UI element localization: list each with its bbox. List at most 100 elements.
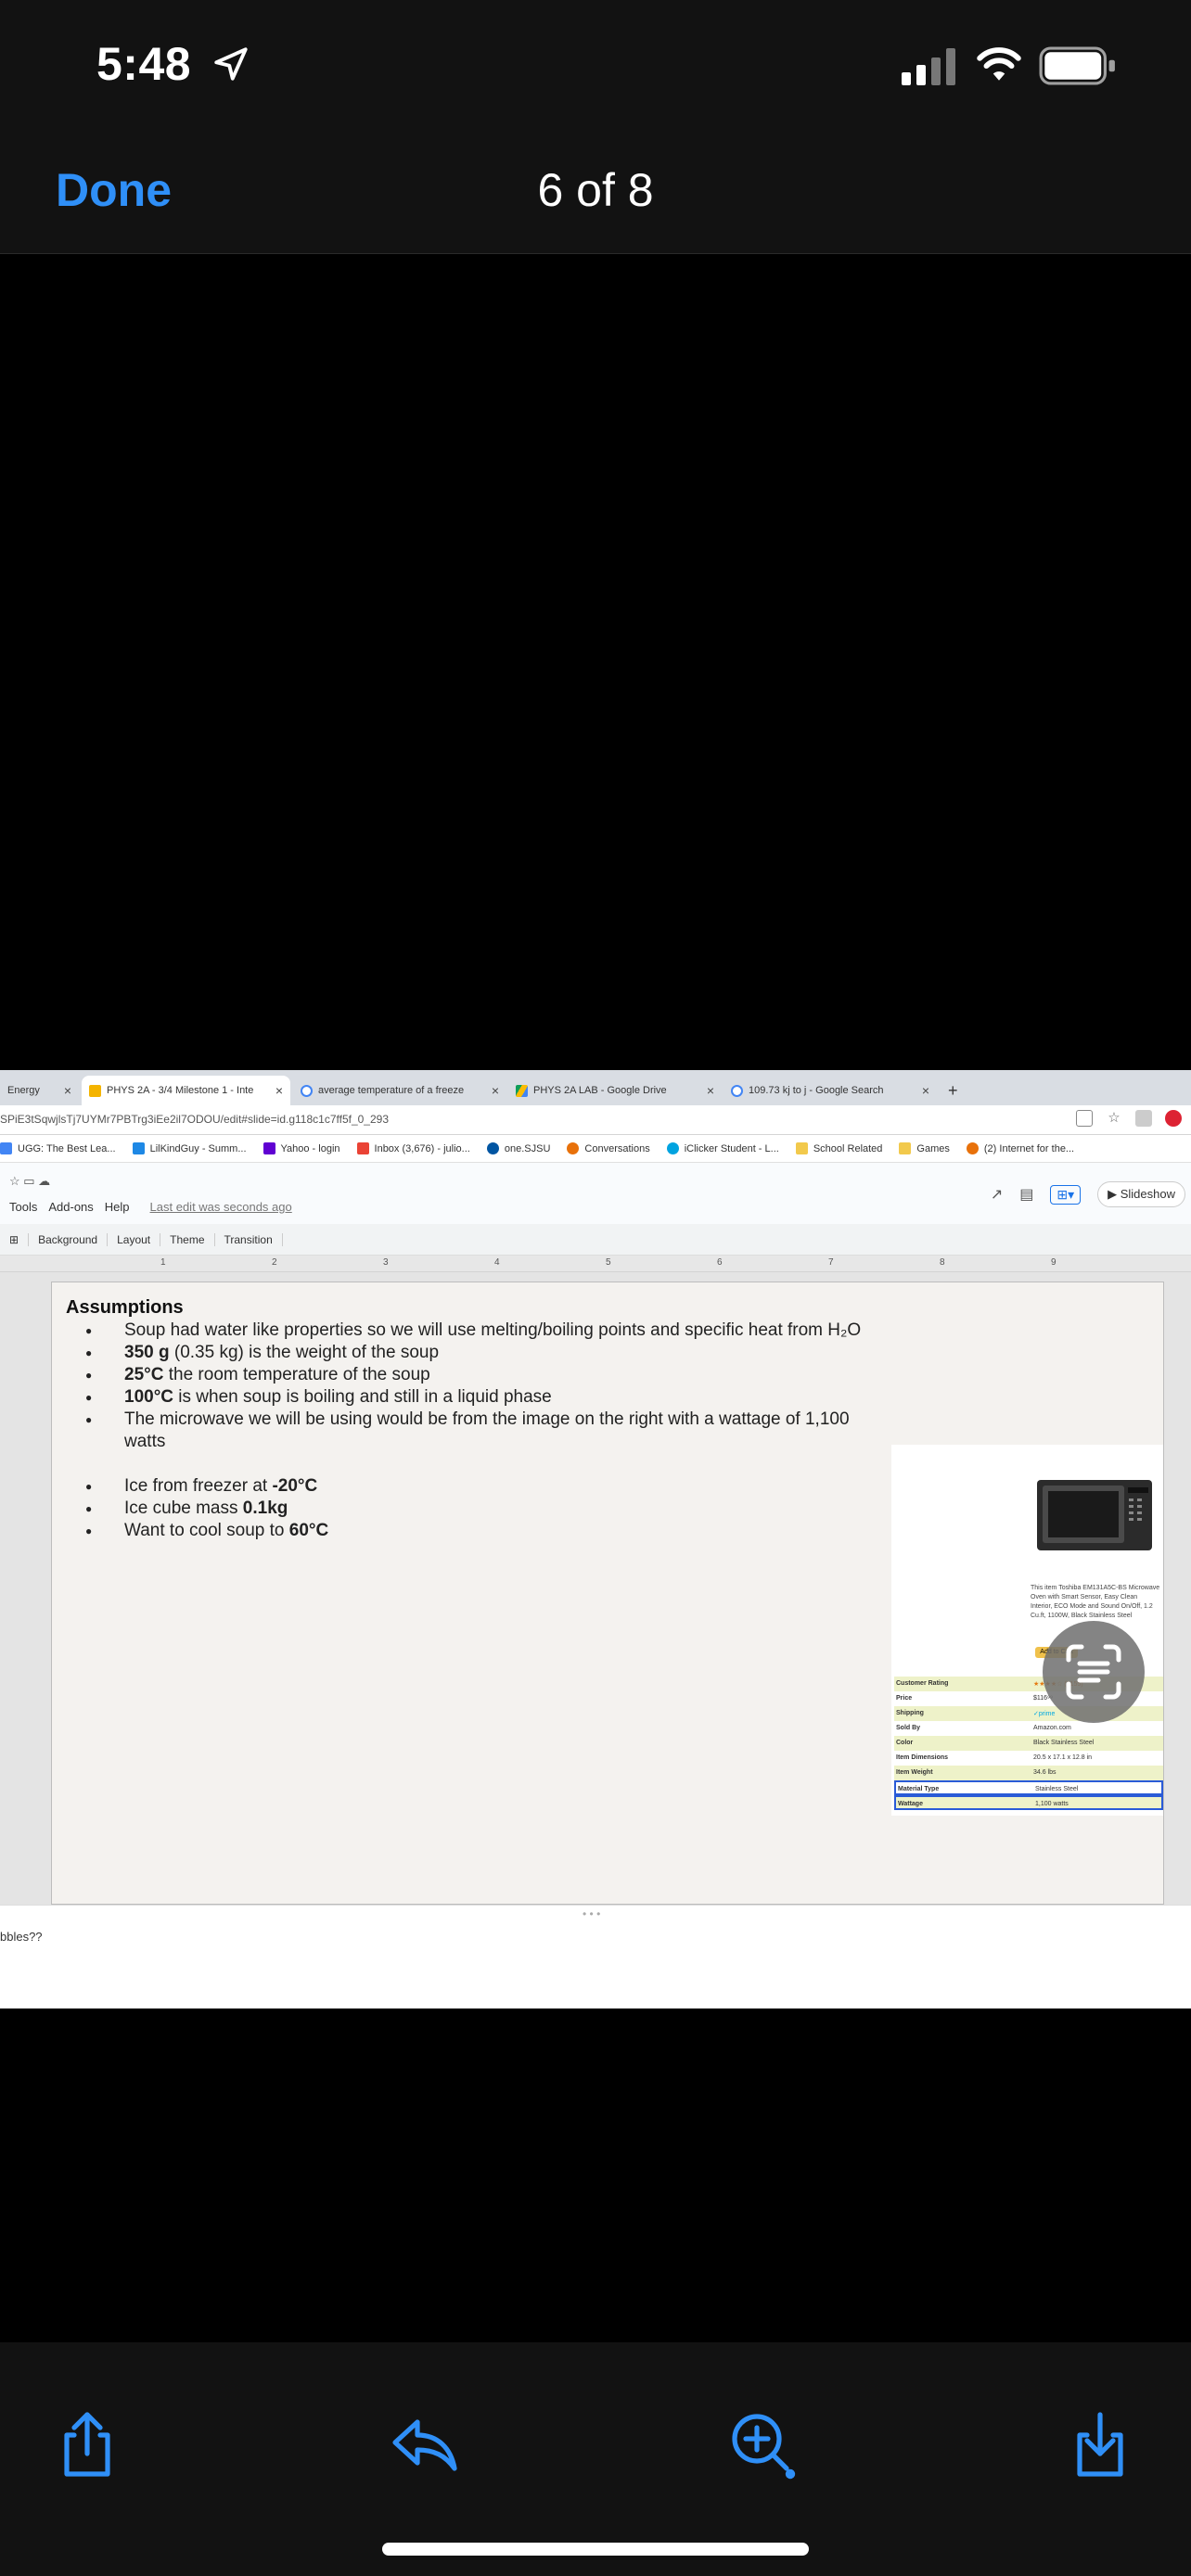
- tab-title: PHYS 2A LAB - Google Drive: [533, 1085, 667, 1096]
- present-options-icon[interactable]: ⊞▾: [1050, 1184, 1082, 1205]
- status-bar: 5:48: [0, 0, 1191, 139]
- bookmark-label: (2) Internet for the...: [983, 1142, 1075, 1154]
- browser-tab[interactable]: 109.73 kj to j - Google Search ×: [724, 1076, 937, 1105]
- bookmark-item[interactable]: Yahoo - login: [263, 1142, 340, 1154]
- url-text[interactable]: SPiE3tSqwjlsTj7UYMr7PBTrg3iEe2il7ODOU/ed…: [0, 1113, 389, 1126]
- browser-tab-active[interactable]: PHYS 2A - 3/4 Milestone 1 - Inte ×: [82, 1076, 290, 1105]
- table-row: Material Type Stainless Steel: [894, 1780, 1163, 1795]
- bookmark-item[interactable]: (2) Internet for the...: [966, 1142, 1075, 1154]
- table-row: Sold By Amazon.com: [896, 1725, 1071, 1731]
- table-row: Color Black Stainless Steel: [894, 1736, 1163, 1751]
- bookmark-folder[interactable]: Games: [899, 1142, 950, 1154]
- bookmark-item[interactable]: UGG: The Best Lea...: [0, 1142, 116, 1154]
- close-icon[interactable]: ×: [701, 1083, 714, 1098]
- menu-addons[interactable]: Add-ons: [48, 1200, 93, 1214]
- slideshow-label: Slideshow: [1120, 1187, 1175, 1201]
- viewer-nav-bar: 6 of 8 Done: [0, 139, 1191, 254]
- close-icon[interactable]: ×: [916, 1083, 929, 1098]
- folder-icon: [795, 1142, 808, 1154]
- bookmark-label: one.SJSU: [504, 1142, 551, 1154]
- slide-title: Assumptions: [66, 1297, 184, 1318]
- share-icon[interactable]: [50, 2407, 124, 2481]
- status-time: 5:48: [96, 38, 192, 90]
- resize-handle[interactable]: • • •: [583, 1907, 600, 1920]
- text-scan-icon: [1066, 1644, 1121, 1700]
- list-item: Ice from freezer at -20°C: [70, 1475, 868, 1498]
- conversations-icon: [567, 1142, 580, 1154]
- menu-help[interactable]: Help: [105, 1200, 130, 1214]
- ruler-tick: 3: [383, 1257, 389, 1268]
- drive-favicon-icon: [516, 1084, 528, 1097]
- photo-viewer: Energy × PHYS 2A - 3/4 Milestone 1 - Int…: [0, 254, 1191, 2342]
- live-text-button[interactable]: [1043, 1621, 1145, 1723]
- tab-title: 109.73 kj to j - Google Search: [749, 1085, 884, 1096]
- ruler-tick: 4: [494, 1257, 500, 1268]
- menu-tools[interactable]: Tools: [9, 1200, 37, 1214]
- folder-icon: [899, 1142, 912, 1154]
- battery-icon: [1039, 46, 1115, 85]
- browser-tabstrip: Energy × PHYS 2A - 3/4 Milestone 1 - Int…: [0, 1070, 1191, 1105]
- close-icon[interactable]: ×: [486, 1083, 499, 1098]
- bottom-toolbar: [0, 2342, 1191, 2576]
- table-row: Item Weight 34.6 lbs: [894, 1766, 1163, 1780]
- toolbar-transition[interactable]: Transition: [215, 1232, 283, 1246]
- new-tab-button[interactable]: +: [941, 1076, 972, 1105]
- browser-tab[interactable]: average temperature of a freeze ×: [293, 1076, 506, 1105]
- bookmark-label: Games: [916, 1142, 950, 1154]
- last-edit-link[interactable]: Last edit was seconds ago: [150, 1200, 292, 1214]
- yahoo-icon: [263, 1142, 275, 1154]
- address-bar[interactable]: SPiE3tSqwjlsTj7UYMr7PBTrg3iEe2il7ODOU/ed…: [0, 1105, 1191, 1135]
- screenshot-image[interactable]: Energy × PHYS 2A - 3/4 Milestone 1 - Int…: [0, 1070, 1191, 2009]
- browser-tab[interactable]: PHYS 2A LAB - Google Drive ×: [508, 1076, 722, 1105]
- done-button[interactable]: Done: [56, 163, 172, 217]
- toolbar-theme[interactable]: Theme: [160, 1232, 215, 1246]
- slides-favicon-icon: [89, 1084, 101, 1097]
- extension-icon[interactable]: [1135, 1110, 1152, 1127]
- list-item: Want to cool soup to 60°C: [70, 1520, 868, 1542]
- slide[interactable]: Assumptions Soup had water like properti…: [51, 1282, 1164, 1905]
- product-description: This item Toshiba EM131A5C-BS Microwave …: [1031, 1585, 1160, 1619]
- comment-icon[interactable]: ▤: [1019, 1185, 1033, 1204]
- gmail-icon: [356, 1142, 369, 1154]
- star-icon[interactable]: ☆: [1106, 1110, 1122, 1127]
- profile-avatar[interactable]: [1165, 1110, 1182, 1127]
- reply-icon[interactable]: [388, 2407, 462, 2481]
- toolbar-layout[interactable]: Layout: [108, 1232, 161, 1246]
- toolbar-background[interactable]: Background: [29, 1232, 109, 1246]
- bookmark-icon: [132, 1142, 145, 1154]
- speaker-notes-text[interactable]: bbles??: [0, 1930, 43, 1944]
- ruler-tick: 9: [1051, 1257, 1057, 1268]
- cellular-signal-icon: [902, 48, 955, 85]
- bookmark-label: LilKindGuy - Summ...: [149, 1142, 247, 1154]
- bookmark-folder[interactable]: School Related: [795, 1142, 883, 1154]
- reddit-icon: [966, 1142, 979, 1154]
- slideshow-button[interactable]: ▶ Slideshow: [1097, 1181, 1185, 1207]
- trend-icon[interactable]: ↗: [991, 1185, 1003, 1204]
- share-icon[interactable]: [1076, 1110, 1093, 1127]
- list-item: 100°C is when soup is boiling and still …: [70, 1386, 868, 1409]
- bookmark-label: Yahoo - login: [280, 1142, 340, 1154]
- docs-toolbar: ⊞ Background Layout Theme Transition: [0, 1224, 1191, 1256]
- bookmark-item[interactable]: one.SJSU: [486, 1142, 551, 1154]
- bookmark-item[interactable]: Conversations: [567, 1142, 650, 1154]
- zoom-in-icon[interactable]: [725, 2407, 800, 2481]
- bookmark-item[interactable]: LilKindGuy - Summ...: [132, 1142, 247, 1154]
- download-icon[interactable]: [1063, 2407, 1137, 2481]
- speaker-notes-panel[interactable]: • • • bbles??: [0, 1905, 1191, 2009]
- comment-add-icon[interactable]: ⊞: [0, 1232, 30, 1246]
- close-icon[interactable]: ×: [58, 1083, 71, 1098]
- ruler-tick: 6: [717, 1257, 723, 1268]
- list-item: Soup had water like properties so we wil…: [70, 1320, 868, 1342]
- page-counter: 6 of 8: [537, 164, 654, 216]
- bookmark-item[interactable]: iClicker Student - L...: [666, 1142, 779, 1154]
- bookmarks-bar: UGG: The Best Lea... LilKindGuy - Summ..…: [0, 1135, 1191, 1163]
- bookmark-label: Conversations: [584, 1142, 650, 1154]
- bookmark-label: School Related: [813, 1142, 883, 1154]
- list-item: 25°C the room temperature of the soup: [70, 1364, 868, 1386]
- browser-tab[interactable]: Energy ×: [0, 1076, 79, 1105]
- slide-canvas: Assumptions Soup had water like properti…: [0, 1272, 1191, 1905]
- home-indicator[interactable]: [382, 2543, 809, 2556]
- bookmark-label: Inbox (3,676) - julio...: [374, 1142, 470, 1154]
- close-icon[interactable]: ×: [270, 1083, 283, 1098]
- bookmark-item[interactable]: Inbox (3,676) - julio...: [356, 1142, 470, 1154]
